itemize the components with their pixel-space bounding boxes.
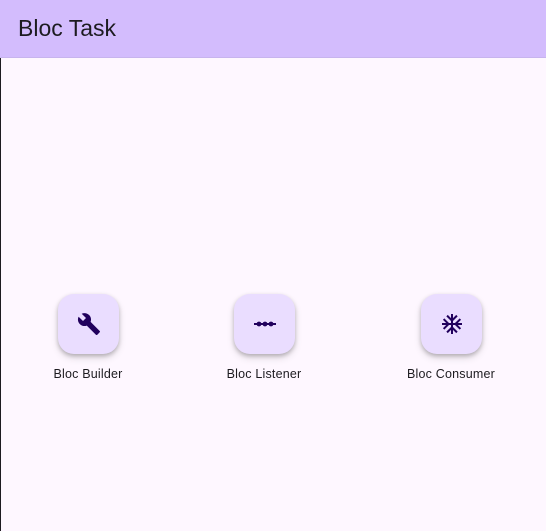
bloc-builder-button[interactable] — [58, 294, 119, 354]
bloc-consumer-label: Bloc Consumer — [406, 367, 496, 381]
bloc-consumer-action: Bloc Consumer — [381, 294, 521, 386]
bloc-listener-action: Bloc Listener — [194, 294, 334, 386]
bloc-builder-label: Bloc Builder — [53, 367, 123, 381]
app-title: Bloc Task — [18, 15, 117, 41]
commit-icon — [253, 312, 277, 336]
app-bar: Bloc Task — [0, 0, 546, 58]
wrench-icon — [77, 312, 101, 336]
bloc-builder-action: Bloc Builder — [18, 294, 158, 386]
bloc-listener-button[interactable] — [234, 294, 295, 354]
window-left-edge — [0, 58, 1, 531]
snowflake-icon — [440, 312, 464, 336]
bloc-consumer-button[interactable] — [421, 294, 482, 354]
bloc-listener-label: Bloc Listener — [226, 367, 302, 381]
